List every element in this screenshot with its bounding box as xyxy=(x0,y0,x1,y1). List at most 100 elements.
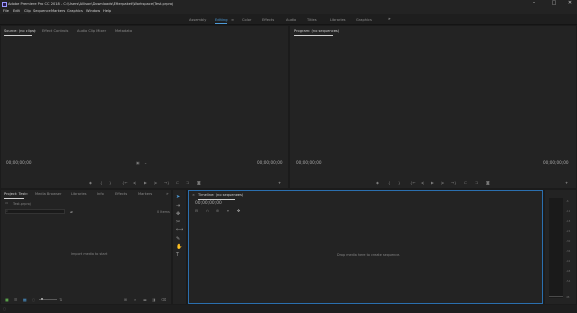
close-button[interactable]: ✕ xyxy=(563,0,577,8)
ripple-edit-tool-icon[interactable]: ✥ xyxy=(176,211,180,217)
track-select-tool-icon[interactable]: ⇥ xyxy=(176,203,180,209)
menu-file[interactable]: File xyxy=(3,9,9,13)
add-marker-icon[interactable]: ▾ xyxy=(227,208,229,213)
overwrite-icon[interactable]: ⊐ xyxy=(186,180,189,185)
mark-out-icon[interactable]: { xyxy=(100,180,102,185)
insert-icon[interactable]: ⊏ xyxy=(176,180,179,185)
title-bar: Adobe Premiere Pro CC 2018 - C:\Users\Al… xyxy=(0,0,577,8)
sort-icon[interactable]: ⇅ xyxy=(59,297,62,302)
workspace-menu-icon[interactable]: ≡ xyxy=(231,18,234,22)
workspace-editing[interactable]: Editing xyxy=(215,18,228,22)
program-playhead-timecode[interactable]: 00;00;00;00 xyxy=(296,160,322,165)
program-mark-in-icon[interactable]: ◆ xyxy=(376,180,379,185)
source-tab-menu-icon[interactable]: ≡ xyxy=(33,29,36,33)
workspace-titles[interactable]: Titles xyxy=(307,18,317,22)
program-step-forward-icon[interactable]: |▸ xyxy=(441,180,444,185)
menu-help[interactable]: Help xyxy=(103,9,111,13)
source-zoom-dropdown-icon[interactable]: ⌄ xyxy=(144,160,147,165)
freeform-view-icon[interactable]: ◌ xyxy=(32,297,35,302)
list-view-icon[interactable]: ☰ xyxy=(14,297,17,302)
step-forward-icon[interactable]: |▸ xyxy=(154,180,157,185)
new-bin-icon[interactable]: ▬ xyxy=(143,297,147,302)
zoom-slider-handle[interactable] xyxy=(41,298,43,301)
hand-tool-icon[interactable]: ✋ xyxy=(176,244,182,250)
active-workspace-indicator xyxy=(215,23,227,24)
program-go-to-out-icon[interactable]: →} xyxy=(451,180,457,185)
workspace-graphics[interactable]: Graphics xyxy=(356,18,372,22)
automate-to-sequence-icon[interactable]: ⊞ xyxy=(124,297,127,302)
program-mark-brace-icon[interactable]: } xyxy=(398,180,400,185)
menu-window[interactable]: Window xyxy=(86,9,100,13)
new-search-bin-icon[interactable]: ▰ xyxy=(70,209,73,214)
timeline-settings-icon[interactable]: ✥ xyxy=(237,208,240,213)
source-button-editor-icon[interactable]: + xyxy=(278,180,281,185)
icon-view-icon[interactable]: ▦ xyxy=(23,297,27,302)
find-icon[interactable]: ⌕ xyxy=(134,297,136,302)
window-title: Adobe Premiere Pro CC 2018 - C:\Users\Al… xyxy=(8,1,174,6)
menu-edit[interactable]: Edit xyxy=(13,9,20,13)
lift-icon[interactable]: ⊏ xyxy=(464,180,467,185)
play-icon[interactable]: ▶ xyxy=(144,180,147,185)
project-tab-menu-icon[interactable]: ≡ xyxy=(25,192,28,196)
more-panels-icon[interactable]: » xyxy=(166,192,169,197)
workspace-color[interactable]: Color xyxy=(242,18,251,22)
extract-icon[interactable]: ⊐ xyxy=(475,180,478,185)
timeline-tab-menu-icon[interactable]: ≡ xyxy=(236,193,239,197)
program-export-frame-icon[interactable]: ◙ xyxy=(486,180,490,185)
tab-audio-clip-mixer[interactable]: Audio Clip Mixer xyxy=(77,29,106,33)
maximize-button[interactable]: □ xyxy=(547,0,561,8)
workspace-effects[interactable]: Effects xyxy=(262,18,274,22)
tab-effect-controls[interactable]: Effect Controls xyxy=(42,29,68,33)
project-search-input[interactable] xyxy=(5,209,65,214)
tab-program[interactable]: Program: (no sequences) xyxy=(294,29,339,33)
program-mark-out-icon[interactable]: { xyxy=(388,180,390,185)
tab-metadata[interactable]: Metadata xyxy=(115,29,132,33)
new-item-icon[interactable]: ◨ xyxy=(152,297,156,302)
tab-source[interactable]: Source: (no clips) xyxy=(4,29,35,33)
snap-icon[interactable]: ∩ xyxy=(206,208,209,213)
slip-tool-icon[interactable]: ⟷ xyxy=(176,227,183,233)
tab-media-browser[interactable]: Media Browser xyxy=(35,192,62,196)
program-step-back-icon[interactable]: ◂| xyxy=(421,180,424,185)
source-playhead-timecode[interactable]: 00;00;00;00 xyxy=(6,160,32,165)
source-settings-icon[interactable]: ▣ xyxy=(136,160,140,165)
tab-markers[interactable]: Markers xyxy=(138,192,152,196)
program-button-editor-icon[interactable]: + xyxy=(565,180,568,185)
pen-tool-icon[interactable]: ✎ xyxy=(176,236,180,242)
timeline-close-icon[interactable]: × xyxy=(192,193,195,197)
tab-libraries[interactable]: Libraries xyxy=(71,192,87,196)
mark-out-brace-icon[interactable]: } xyxy=(109,180,111,185)
selection-tool-icon[interactable]: ➤ xyxy=(176,194,180,200)
program-go-to-in-icon[interactable]: {← xyxy=(410,180,416,185)
linked-selection-icon[interactable]: ⊛ xyxy=(216,208,219,213)
timeline-playhead-timecode[interactable]: 00;00;00;00 xyxy=(195,201,222,206)
lock-icon[interactable]: ■ xyxy=(5,297,9,302)
meter-tick: -54 xyxy=(566,280,571,283)
mark-in-icon[interactable]: ◆ xyxy=(89,180,92,185)
workspace-audio[interactable]: Audio xyxy=(286,18,296,22)
type-tool-icon[interactable]: T xyxy=(176,252,179,258)
menu-sequence[interactable]: Sequence xyxy=(33,9,51,13)
nest-toggle-icon[interactable]: ⊟ xyxy=(195,208,198,213)
export-frame-icon[interactable]: ◙ xyxy=(197,180,201,185)
menu-markers[interactable]: Markers xyxy=(51,9,65,13)
program-tab-menu-icon[interactable]: ≡ xyxy=(334,29,337,33)
more-workspaces-icon[interactable]: » xyxy=(388,17,391,22)
program-play-icon[interactable]: ▶ xyxy=(431,180,434,185)
meter-tick: -48 xyxy=(566,270,571,273)
premiere-app-icon xyxy=(2,1,7,7)
go-to-out-icon[interactable]: →} xyxy=(164,180,170,185)
active-tab-underline xyxy=(4,34,32,36)
clear-icon[interactable]: ⌫ xyxy=(161,297,166,302)
razor-tool-icon[interactable]: ✂ xyxy=(176,219,180,225)
menu-graphics[interactable]: Graphics xyxy=(67,9,83,13)
tab-info[interactable]: Info xyxy=(97,192,104,196)
menu-clip[interactable]: Clip xyxy=(24,9,31,13)
minimize-button[interactable]: – xyxy=(527,0,541,8)
step-back-icon[interactable]: ◂| xyxy=(133,180,136,185)
workspace-assembly[interactable]: Assembly xyxy=(189,18,206,22)
go-to-in-icon[interactable]: {← xyxy=(122,180,128,185)
workspace-libraries[interactable]: Libraries xyxy=(330,18,346,22)
tab-effects[interactable]: Effects xyxy=(115,192,127,196)
tab-project[interactable]: Project: Test xyxy=(4,192,26,196)
